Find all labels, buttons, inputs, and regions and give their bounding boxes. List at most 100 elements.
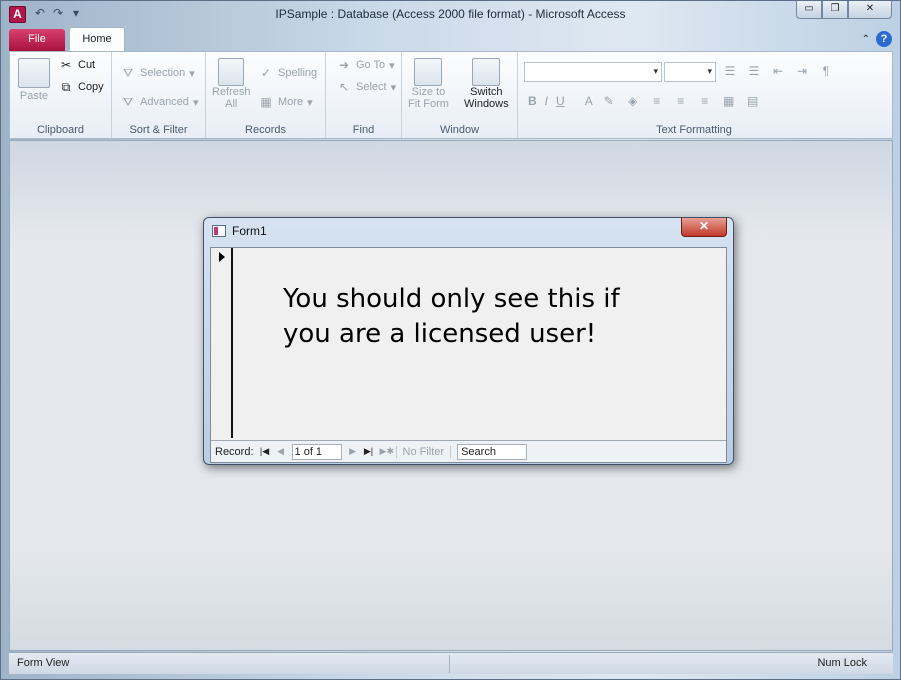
help-icon[interactable]: ? [876, 31, 892, 47]
form1-window[interactable]: Form1 ✕ You should only see this if you … [203, 217, 734, 465]
form-close-button[interactable]: ✕ [681, 218, 727, 237]
ribbon: Paste ✂ Cut ⧉ Copy Clipboard ⛛ Selection… [9, 51, 893, 139]
refresh-label: Refresh [212, 86, 251, 98]
record-selector[interactable] [211, 248, 233, 438]
record-label: Record: [215, 445, 254, 458]
paragraph-icon[interactable]: ¶ [818, 64, 834, 78]
selection-button[interactable]: ⛛ Selection ▾ [120, 66, 195, 80]
filter-selection-icon: ⛛ [122, 66, 134, 80]
next-record-icon[interactable]: ▶ [348, 446, 358, 457]
paste-icon [18, 58, 50, 88]
cursor-icon: ↖ [338, 80, 350, 94]
gridlines-icon[interactable]: ▦ [721, 94, 737, 108]
switch-windows-button[interactable]: Switch Windows [464, 58, 509, 110]
tab-file[interactable]: File [9, 29, 65, 51]
search-input[interactable]: Search [457, 443, 528, 460]
underline-button[interactable]: U [556, 94, 565, 108]
bold-button[interactable]: B [528, 94, 537, 108]
refresh-all-label: All [225, 98, 238, 110]
highlight-icon[interactable]: ✎ [601, 94, 617, 108]
font-size-combo[interactable] [664, 62, 716, 82]
windows-label: Windows [464, 98, 509, 110]
status-bar: Form View Num Lock [9, 652, 893, 674]
close-button[interactable]: ✕ [848, 1, 892, 19]
form-body: You should only see this if you are a li… [210, 247, 727, 463]
group-label-clipboard: Clipboard [36, 124, 85, 136]
increase-indent-icon[interactable]: ⇥ [794, 64, 810, 78]
goto-arrow-icon: ➜ [338, 58, 350, 72]
align-left-icon[interactable]: ≡ [649, 94, 665, 108]
group-label-find: Find [352, 124, 375, 136]
current-record-arrow-icon [219, 252, 225, 262]
size-to-label: Size to [411, 86, 446, 98]
status-num-lock: Num Lock [817, 657, 867, 669]
record-navigation-bar: Record: |◀ ◀ 1 of 1 ▶ ▶| ▶✱ No Filter Se… [211, 440, 726, 462]
previous-record-icon[interactable]: ◀ [276, 446, 286, 457]
license-message: You should only see this if you are a li… [283, 284, 620, 349]
goto-button[interactable]: ➜ Go To ▾ [336, 58, 395, 72]
group-sort-filter: ⛛ Selection ▾ ⛛ Advanced ▾ Sort & Filter [112, 52, 206, 138]
copy-button[interactable]: ⧉ Copy [58, 80, 104, 94]
font-color-button[interactable]: A [585, 94, 593, 108]
status-separator [449, 655, 450, 673]
spelling-button[interactable]: ✓ Spelling [258, 66, 317, 80]
more-label: More [278, 96, 304, 108]
status-view: Form View [17, 657, 70, 669]
size-to-fit-form-button[interactable]: Size to Fit Form [408, 58, 449, 110]
switch-windows-icon [472, 58, 501, 86]
form-icon [212, 225, 226, 237]
size-to-fit-icon [414, 58, 443, 86]
current-record-field[interactable]: 1 of 1 [291, 443, 342, 460]
advanced-button[interactable]: ⛛ Advanced ▾ [120, 95, 199, 109]
filter-status[interactable]: No Filter [395, 445, 452, 458]
minimize-button[interactable]: ▭ [796, 1, 822, 19]
copy-icon: ⧉ [61, 80, 71, 94]
align-center-icon[interactable]: ≡ [673, 94, 689, 108]
more-grid-icon: ▦ [260, 95, 272, 109]
fill-color-icon[interactable]: ◈ [625, 94, 641, 108]
italic-button[interactable]: I [545, 94, 548, 108]
group-find: ➜ Go To ▾ ↖ Select ▾ Find [326, 52, 402, 138]
copy-label: Copy [78, 81, 104, 93]
scissors-icon: ✂ [60, 58, 72, 72]
first-record-icon[interactable]: |◀ [260, 446, 270, 457]
new-record-icon[interactable]: ▶✱ [380, 446, 394, 457]
numbering-icon[interactable]: ☰ [746, 64, 762, 78]
group-label-sort-filter: Sort & Filter [129, 124, 188, 136]
font-style-buttons: B I U A ✎ ◈ ≡ ≡ ≡ ▦ ▤ [528, 94, 761, 108]
ribbon-tab-icons: ⌃ ? [862, 31, 892, 47]
paste-label: Paste [19, 90, 49, 102]
cut-button[interactable]: ✂ Cut [58, 58, 95, 72]
ribbon-collapse-icon[interactable]: ⌃ [862, 34, 870, 45]
refresh-all-button[interactable]: Refresh All [212, 58, 251, 110]
bullets-icon[interactable]: ☰ [722, 64, 738, 78]
switch-label: Switch [470, 86, 503, 98]
align-right-icon[interactable]: ≡ [697, 94, 713, 108]
paste-button[interactable]: Paste [18, 58, 50, 102]
font-name-combo[interactable] [524, 62, 662, 82]
ribbon-tabs: File Home ⌃ ? [1, 27, 900, 51]
alternate-row-color-icon[interactable]: ▤ [745, 94, 761, 108]
cut-label: Cut [78, 59, 96, 71]
title-bar: A ↶ ↷ ▾ IPSample : Database (Access 2000… [1, 1, 900, 27]
form-title: Form1 [232, 224, 267, 238]
fit-form-label: Fit Form [408, 98, 449, 110]
restore-button[interactable]: ❐ [822, 1, 848, 19]
access-window: A ↶ ↷ ▾ IPSample : Database (Access 2000… [0, 0, 901, 680]
list-buttons: ☰ ☰ ⇤ ⇥ ¶ [722, 64, 834, 78]
group-text-formatting: ☰ ☰ ⇤ ⇥ ¶ B I U A ✎ ◈ ≡ ≡ ≡ ▦ ▤ Text For… [518, 52, 870, 138]
caption-buttons: ▭ ❐ ✕ [796, 1, 892, 19]
selection-label: Selection [140, 67, 186, 79]
group-records: Refresh All ✓ Spelling ▦ More ▾ Records [206, 52, 326, 138]
more-button[interactable]: ▦ More ▾ [258, 95, 312, 109]
select-button[interactable]: ↖ Select ▾ [336, 80, 396, 94]
spelling-label: Spelling [278, 67, 318, 79]
advanced-label: Advanced [140, 96, 189, 108]
goto-label: Go To [356, 59, 386, 71]
last-record-icon[interactable]: ▶| [364, 446, 374, 457]
decrease-indent-icon[interactable]: ⇤ [770, 64, 786, 78]
refresh-icon [218, 58, 245, 86]
tab-home[interactable]: Home [69, 27, 125, 51]
group-window: Size to Fit Form Switch Windows Window [402, 52, 518, 138]
spelling-icon: ✓ [260, 66, 272, 80]
